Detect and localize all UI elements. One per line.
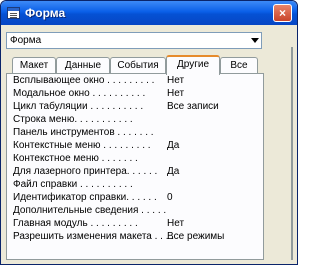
property-row[interactable]: Для лазерного принтера. . . . . . Да <box>13 166 258 178</box>
property-row[interactable]: Всплывающее окно . . . . . . . . . Нет <box>13 75 258 87</box>
properties-window: Форма × Форма Макет Данные События Други… <box>0 0 298 265</box>
property-value[interactable]: Все режимы <box>167 231 224 243</box>
tab-other[interactable]: Другие <box>166 55 220 75</box>
tab-all[interactable]: Все <box>220 57 258 74</box>
close-button[interactable]: × <box>273 4 292 22</box>
property-label: Цикл табуляции . . . . . . . . . . <box>13 101 144 112</box>
property-label: Дополнительные сведения . . . . . <box>13 205 167 216</box>
property-value[interactable]: Нет <box>167 75 184 87</box>
property-value[interactable]: 0 <box>167 192 173 204</box>
tab-events[interactable]: События <box>110 57 166 74</box>
property-label: Строка меню. . . . . . . . . . . <box>13 114 133 125</box>
title-bar[interactable]: Форма × <box>1 1 297 25</box>
property-value[interactable]: Нет <box>167 218 184 230</box>
property-label: Всплывающее окно . . . . . . . . . <box>13 75 155 86</box>
property-value[interactable]: Да <box>167 140 179 152</box>
object-selector-value: Форма <box>10 35 42 46</box>
property-row[interactable]: Панель инструментов . . . . . . . <box>13 127 258 139</box>
property-row[interactable]: Цикл табуляции . . . . . . . . . . Все з… <box>13 101 258 113</box>
property-value[interactable]: Нет <box>167 88 184 100</box>
property-label: Контекстное меню . . . . . . . <box>13 153 138 164</box>
property-row[interactable]: Контекстные меню . . . . . . . . . Да <box>13 140 258 152</box>
property-label: Идентификатор справки. . . . . . <box>13 192 157 203</box>
property-row[interactable]: Контекстное меню . . . . . . . <box>13 153 258 165</box>
property-label: Для лазерного принтера. . . . . . <box>13 166 158 177</box>
property-label: Панель инструментов . . . . . . . <box>13 127 154 138</box>
property-label: Главная модуль . . . . . . . . . <box>13 218 138 229</box>
property-value[interactable]: Да <box>167 166 179 178</box>
property-value[interactable]: Все записи <box>167 101 219 113</box>
property-label: Контекстные меню . . . . . . . . . <box>13 140 151 151</box>
chevron-down-icon[interactable] <box>251 38 259 43</box>
window-title: Форма <box>25 6 66 20</box>
property-label: Модальное окно . . . . . . . . . . <box>13 88 146 99</box>
property-row[interactable]: Главная модуль . . . . . . . . . Нет <box>13 218 258 230</box>
object-selector[interactable]: Форма <box>6 32 262 49</box>
tab-layout[interactable]: Макет <box>12 57 56 74</box>
property-list: Всплывающее окно . . . . . . . . . Нет М… <box>6 73 264 260</box>
form-icon <box>7 7 20 19</box>
property-label: Файл справки . . . . . . . . . . <box>13 179 133 190</box>
close-icon: × <box>278 6 286 20</box>
property-row[interactable]: Файл справки . . . . . . . . . . <box>13 179 258 191</box>
property-tabs: Макет Данные События Другие Все <box>6 55 264 75</box>
property-row[interactable]: Разрешить изменения макета . . . . Все р… <box>13 231 258 243</box>
window-divider <box>291 47 293 260</box>
property-row[interactable]: Строка меню. . . . . . . . . . . <box>13 114 258 126</box>
property-row[interactable]: Дополнительные сведения . . . . . <box>13 205 258 217</box>
property-label: Разрешить изменения макета . . . . <box>13 231 175 242</box>
property-row[interactable]: Идентификатор справки. . . . . . 0 <box>13 192 258 204</box>
tab-data[interactable]: Данные <box>56 57 110 74</box>
property-row[interactable]: Модальное окно . . . . . . . . . . Нет <box>13 88 258 100</box>
